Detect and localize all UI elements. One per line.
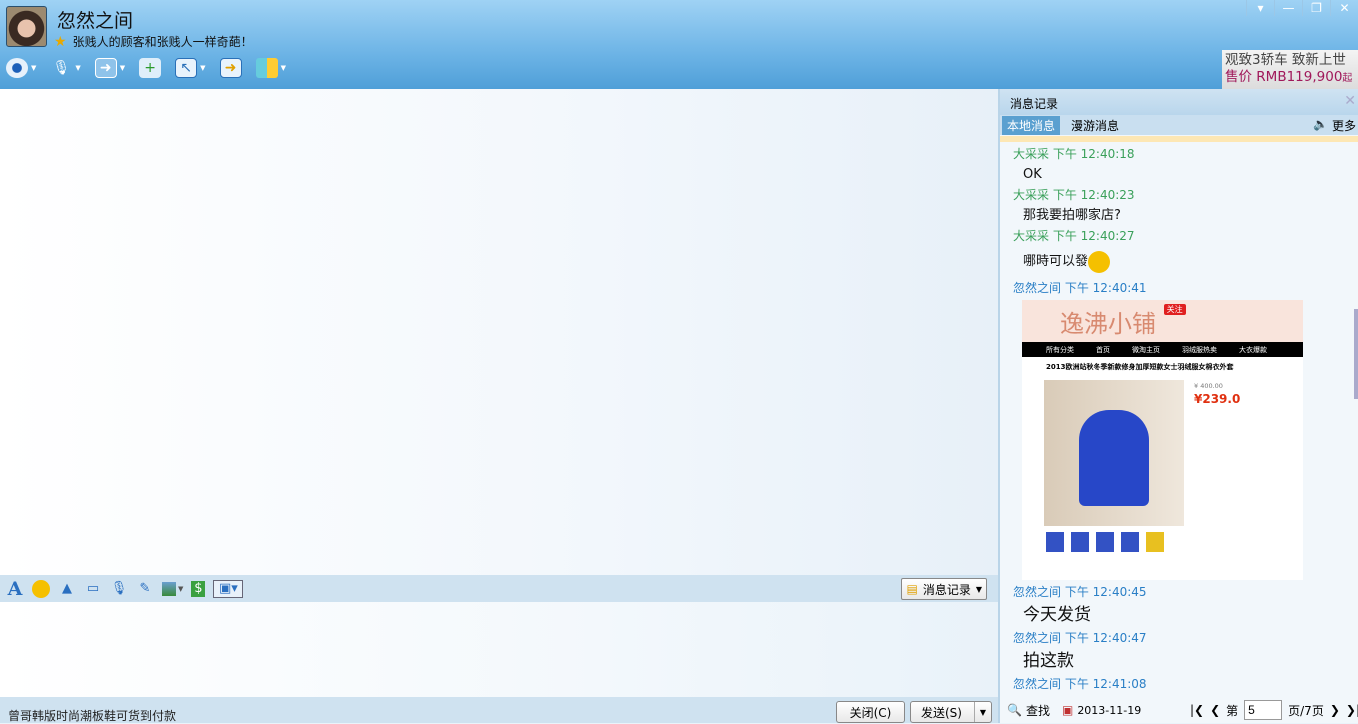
close-chat-button[interactable]: 关闭(C) bbox=[836, 701, 905, 723]
share-screen-button[interactable]: ➜ bbox=[219, 58, 242, 78]
voice-message-icon[interactable]: 🎙 bbox=[110, 580, 128, 598]
message-text: 今天发货 bbox=[1023, 605, 1091, 625]
remote-assist-button[interactable]: ↖ ▼ bbox=[175, 58, 206, 78]
page-input[interactable] bbox=[1244, 700, 1283, 720]
message-input[interactable] bbox=[0, 602, 998, 697]
voice-call-button[interactable]: 🎙 ▼ bbox=[50, 58, 81, 78]
send-options-dropdown[interactable]: ▼ bbox=[974, 702, 991, 722]
message-header: 忽然之间 下午 12:40:41 bbox=[1013, 281, 1147, 295]
chat-add-icon: + bbox=[139, 58, 162, 78]
message-header: 忽然之间 下午 12:40:45 bbox=[1013, 585, 1147, 599]
message-history-panel: 消息记录 ✕ 本地消息 漫游消息 🔈 更多 大采采 下午 12:40:18 OK 大… bbox=[998, 89, 1358, 723]
apps-icon bbox=[255, 58, 278, 78]
message-text: 拍这款 bbox=[1023, 651, 1074, 671]
screen-share-icon: ➜ bbox=[219, 58, 242, 78]
panel-title: 消息记录 bbox=[1010, 97, 1059, 111]
chat-display-area bbox=[0, 89, 998, 575]
webcam-icon bbox=[6, 58, 28, 78]
ad-banner[interactable]: 观致3轿车 致新上世 售价 RMB119,900起 bbox=[1222, 50, 1358, 89]
font-icon[interactable]: A bbox=[6, 578, 24, 600]
message-header: 大采采 下午 12:40:27 bbox=[1013, 229, 1135, 243]
follow-badge: 关注 bbox=[1163, 304, 1186, 315]
message-text: 那我要拍哪家店? bbox=[1023, 208, 1121, 223]
folder-arrow-icon: ➜ bbox=[94, 58, 117, 78]
screenshot-frame-icon[interactable]: ▭ bbox=[84, 580, 102, 598]
date-picker[interactable]: 2013-11-19 bbox=[1077, 704, 1141, 717]
promo-link[interactable]: 曾哥韩版时尚潮板鞋可货到付款 bbox=[8, 707, 176, 724]
search-icon[interactable]: 🔍 bbox=[1007, 703, 1022, 717]
history-icon: ▤ bbox=[906, 582, 918, 596]
dizzy-emoji-icon bbox=[1088, 250, 1111, 273]
scrollbar[interactable] bbox=[1354, 309, 1358, 399]
message-header: 忽然之间 下午 12:41:08 bbox=[1013, 677, 1147, 691]
product-photo bbox=[1044, 380, 1184, 526]
speaker-icon: 🔈 bbox=[1313, 117, 1328, 131]
footer-bar: 曾哥韩版时尚潮板鞋可货到付款 关闭(C) 发送(S) ▼ bbox=[0, 697, 998, 723]
image-icon[interactable] bbox=[162, 581, 176, 596]
screen-capture-icon[interactable]: ▣▾ bbox=[213, 579, 244, 598]
calendar-icon[interactable]: ▣ bbox=[1062, 703, 1073, 717]
message-history-button[interactable]: ▤ 消息记录 ▼ bbox=[901, 578, 987, 600]
search-button[interactable]: 查找 bbox=[1026, 702, 1050, 719]
message-header: 大采采 下午 12:40:23 bbox=[1013, 188, 1135, 202]
next-page-button[interactable]: ❯ bbox=[1330, 703, 1340, 717]
emoji-icon[interactable] bbox=[32, 579, 50, 598]
restore-button[interactable]: ❐ bbox=[1302, 0, 1330, 16]
first-page-button[interactable]: |❮ bbox=[1190, 703, 1204, 717]
star-icon: ★ bbox=[54, 33, 67, 50]
magic-icon[interactable]: ▲ bbox=[58, 580, 76, 598]
last-page-button[interactable]: ❯| bbox=[1346, 703, 1358, 717]
product-screenshot[interactable]: 逸沸小铺 关注 所有分类 首页 微淘主页 羽绒服热卖 大衣爆款 2013欧洲站秋冬季新款… bbox=[1022, 300, 1303, 580]
close-panel-icon[interactable]: ✕ bbox=[1344, 93, 1356, 109]
contact-name: 忽然之间 bbox=[57, 10, 134, 32]
message-text: 哪時可以發 bbox=[1023, 254, 1089, 269]
menu-button[interactable]: ▾ bbox=[1246, 0, 1274, 16]
window-controls: ▾ — ❐ ✕ bbox=[1246, 0, 1358, 16]
minimize-button[interactable]: — bbox=[1274, 0, 1302, 16]
more-button[interactable]: 🔈 更多 bbox=[1313, 117, 1356, 134]
tab-roaming-messages[interactable]: 漫游消息 bbox=[1066, 116, 1124, 135]
message-header: 大采采 下午 12:40:18 bbox=[1013, 147, 1135, 161]
send-button[interactable]: 发送(S) ▼ bbox=[910, 701, 992, 723]
avatar[interactable] bbox=[6, 6, 47, 47]
message-list: 大采采 下午 12:40:18 OK 大采采 下午 12:40:23 那我要拍哪… bbox=[1000, 142, 1358, 694]
message-header: 忽然之间 下午 12:40:47 bbox=[1013, 631, 1147, 645]
video-call-button[interactable]: ▼ bbox=[6, 58, 36, 78]
input-toolbar: A ▲ ▭ 🎙 ✎ ▼ $ ▣▾ ▤ 消息记录 ▼ bbox=[0, 575, 998, 602]
history-pagination-bar: 🔍查找 ▣2013-11-19 |❮ ❮ 第 页/7页 ❯ ❯| bbox=[1000, 697, 1358, 723]
message-text: OK bbox=[1023, 167, 1042, 182]
new-discussion-button[interactable]: + bbox=[139, 58, 162, 78]
signature: ★ 张贱人的顾客和张贱人一样奇葩！ bbox=[54, 33, 253, 50]
apps-button[interactable]: ▼ bbox=[255, 58, 286, 78]
prev-page-button[interactable]: ❮ bbox=[1210, 703, 1220, 717]
remote-desktop-icon: ↖ bbox=[175, 58, 198, 78]
file-transfer-button[interactable]: ➜ ▼ bbox=[94, 58, 125, 78]
close-button[interactable]: ✕ bbox=[1330, 0, 1358, 16]
note-icon[interactable]: ✎ bbox=[136, 580, 154, 598]
mic-icon: 🎙 bbox=[52, 60, 71, 76]
chat-tools: ▼ 🎙 ▼ ➜ ▼ + ↖ ▼ ➜ ▼ bbox=[6, 58, 286, 78]
gift-icon[interactable]: $ bbox=[191, 580, 206, 597]
tab-local-messages[interactable]: 本地消息 bbox=[1002, 115, 1061, 135]
title-bar: 忽然之间 ★ 张贱人的顾客和张贱人一样奇葩！ ▼ 🎙 ▼ ➜ ▼ + ↖ ▼ ➜ ▼ ▾… bbox=[0, 0, 1358, 89]
